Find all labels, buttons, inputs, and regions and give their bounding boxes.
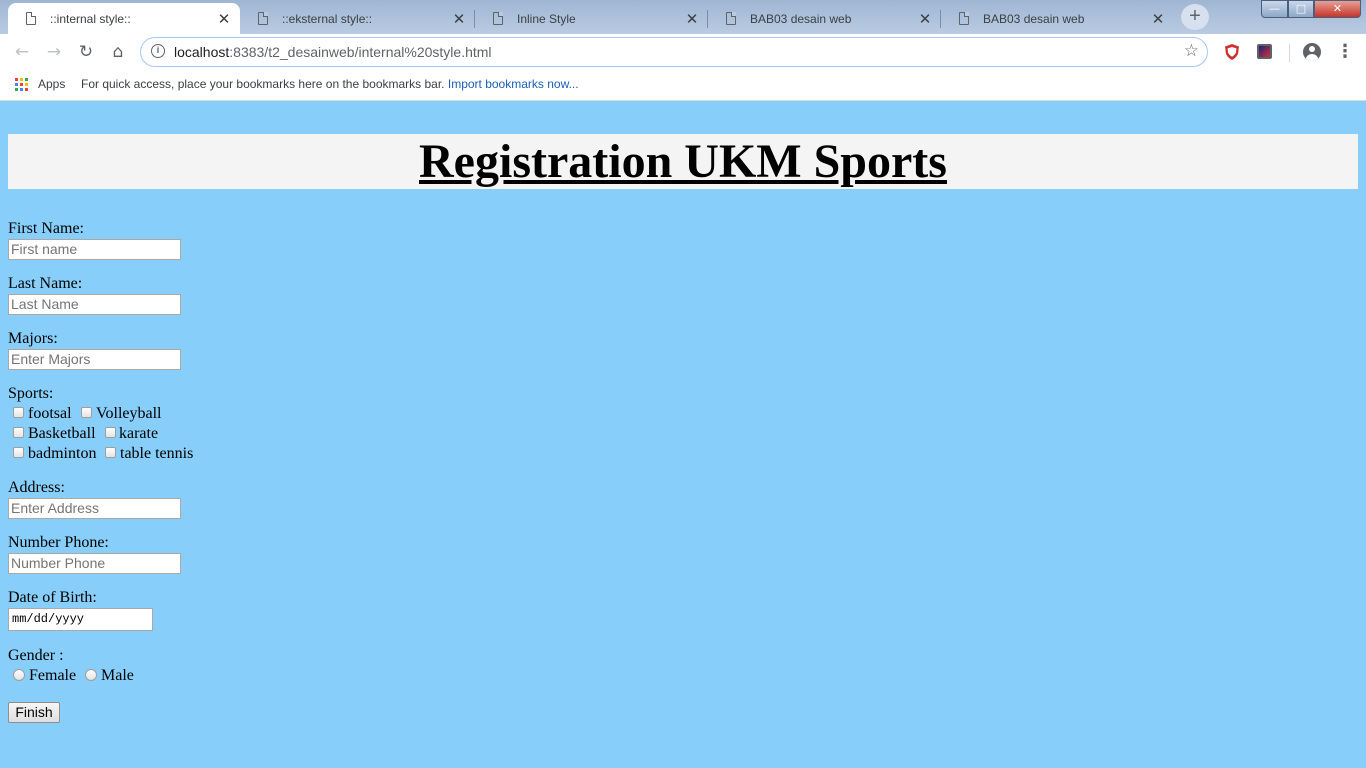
extension-icon[interactable] (1257, 44, 1272, 59)
sport-option-label: Basketball (28, 425, 96, 442)
gender-radio-female[interactable] (13, 669, 25, 681)
bookmarks-bar: Apps For quick access, place your bookma… (0, 70, 1366, 101)
browser-titlebar: ::internal style:: ✕ ::eksternal style::… (0, 0, 1366, 34)
page-icon (26, 12, 36, 25)
apps-grid-icon[interactable] (15, 78, 28, 91)
tab-eksternal-style[interactable]: ::eksternal style:: ✕ (240, 3, 475, 34)
dob-date-input[interactable]: mm/dd/yyyy (8, 608, 153, 631)
last-name-label: Last Name: (8, 275, 83, 292)
close-icon[interactable]: ✕ (680, 10, 704, 28)
url-host: localhost (174, 44, 230, 60)
close-icon[interactable]: ✕ (913, 10, 937, 28)
sports-label: Sports: (8, 385, 54, 402)
majors-input[interactable]: Enter Majors (8, 349, 181, 370)
sport-checkbox-volleyball[interactable] (81, 407, 92, 418)
info-icon[interactable]: i (151, 44, 165, 58)
address-input[interactable]: Enter Address (8, 498, 181, 519)
toolbar-divider (1289, 44, 1290, 62)
page-content: Registration UKM Sports First Name: Firs… (0, 101, 1366, 768)
sport-checkbox-badminton[interactable] (13, 447, 24, 458)
menu-kebab-icon[interactable]: ⋮ (1336, 41, 1354, 63)
gender-option-label: Male (101, 667, 134, 684)
tab-internal-style[interactable]: ::internal style:: ✕ (8, 3, 240, 34)
sport-checkbox-basketball[interactable] (13, 427, 24, 438)
gender-label: Gender : (8, 647, 64, 664)
sport-checkbox-table-tennis[interactable] (105, 447, 116, 458)
bookmarks-hint-text: For quick access, place your bookmarks h… (81, 77, 445, 91)
first-name-label: First Name: (8, 220, 84, 237)
forward-arrow-icon[interactable]: → (43, 41, 65, 63)
sport-checkbox-karate[interactable] (105, 427, 116, 438)
bookmark-star-icon[interactable]: ☆ (1184, 41, 1199, 61)
page-icon (258, 12, 268, 25)
sport-option-label: Volleyball (96, 405, 162, 422)
tab-bab03-1[interactable]: BAB03 desain web ✕ (708, 3, 941, 34)
page-title: Registration UKM Sports (419, 135, 947, 188)
address-bar[interactable]: i localhost:8383/t2_desainweb/internal%2… (140, 37, 1208, 67)
home-icon[interactable]: ⌂ (107, 41, 129, 63)
maximize-button[interactable]: □ (1288, 0, 1314, 18)
gender-radio-male[interactable] (85, 669, 97, 681)
sport-option-label: table tennis (120, 445, 194, 462)
heading-band: Registration UKM Sports (8, 134, 1358, 189)
page-icon (726, 12, 736, 25)
apps-link[interactable]: Apps (38, 77, 65, 91)
tab-title: BAB03 desain web (750, 11, 852, 26)
phone-label: Number Phone: (8, 534, 109, 551)
dob-label: Date of Birth: (8, 589, 97, 606)
profile-avatar-icon[interactable] (1303, 43, 1321, 61)
tab-title: ::internal style:: (50, 11, 131, 26)
close-icon[interactable]: ✕ (447, 10, 471, 28)
tab-title: Inline Style (517, 11, 576, 26)
url-path: :8383/t2_desainweb/internal%20style.html (229, 44, 492, 60)
minimize-button[interactable]: — (1261, 0, 1288, 18)
majors-label: Majors: (8, 330, 58, 347)
page-icon (493, 12, 503, 25)
sport-checkbox-footsal[interactable] (13, 407, 24, 418)
sport-option-label: badminton (28, 445, 97, 462)
bookmarks-hint: For quick access, place your bookmarks h… (81, 77, 579, 91)
new-tab-button[interactable]: + (1181, 4, 1209, 30)
phone-input[interactable]: Number Phone (8, 553, 181, 574)
close-icon[interactable]: ✕ (1146, 10, 1170, 28)
close-icon[interactable]: ✕ (212, 10, 236, 28)
tab-inline-style[interactable]: Inline Style ✕ (475, 3, 708, 34)
tab-bab03-2[interactable]: BAB03 desain web ✕ (941, 3, 1174, 34)
finish-button[interactable]: Finish (8, 702, 60, 723)
tab-title: ::eksternal style:: (282, 11, 373, 26)
gender-option-label: Female (29, 667, 77, 684)
tab-title: BAB03 desain web (983, 11, 1085, 26)
address-label: Address: (8, 479, 65, 496)
import-bookmarks-link[interactable]: Import bookmarks now... (448, 77, 579, 91)
close-window-button[interactable]: ✕ (1314, 0, 1361, 18)
reload-icon[interactable]: ↻ (75, 41, 97, 63)
sport-option-label: footsal (28, 405, 72, 422)
last-name-input[interactable]: Last Name (8, 294, 181, 315)
sport-option-label: karate (119, 425, 159, 442)
shield-extension-icon[interactable] (1224, 43, 1240, 61)
first-name-input[interactable]: First name (8, 239, 181, 260)
url-text: localhost:8383/t2_desainweb/internal%20s… (174, 44, 492, 60)
back-arrow-icon[interactable]: ← (11, 41, 33, 63)
page-icon (959, 12, 969, 25)
browser-toolbar: ← → ↻ ⌂ i localhost:8383/t2_desainweb/in… (0, 34, 1366, 70)
